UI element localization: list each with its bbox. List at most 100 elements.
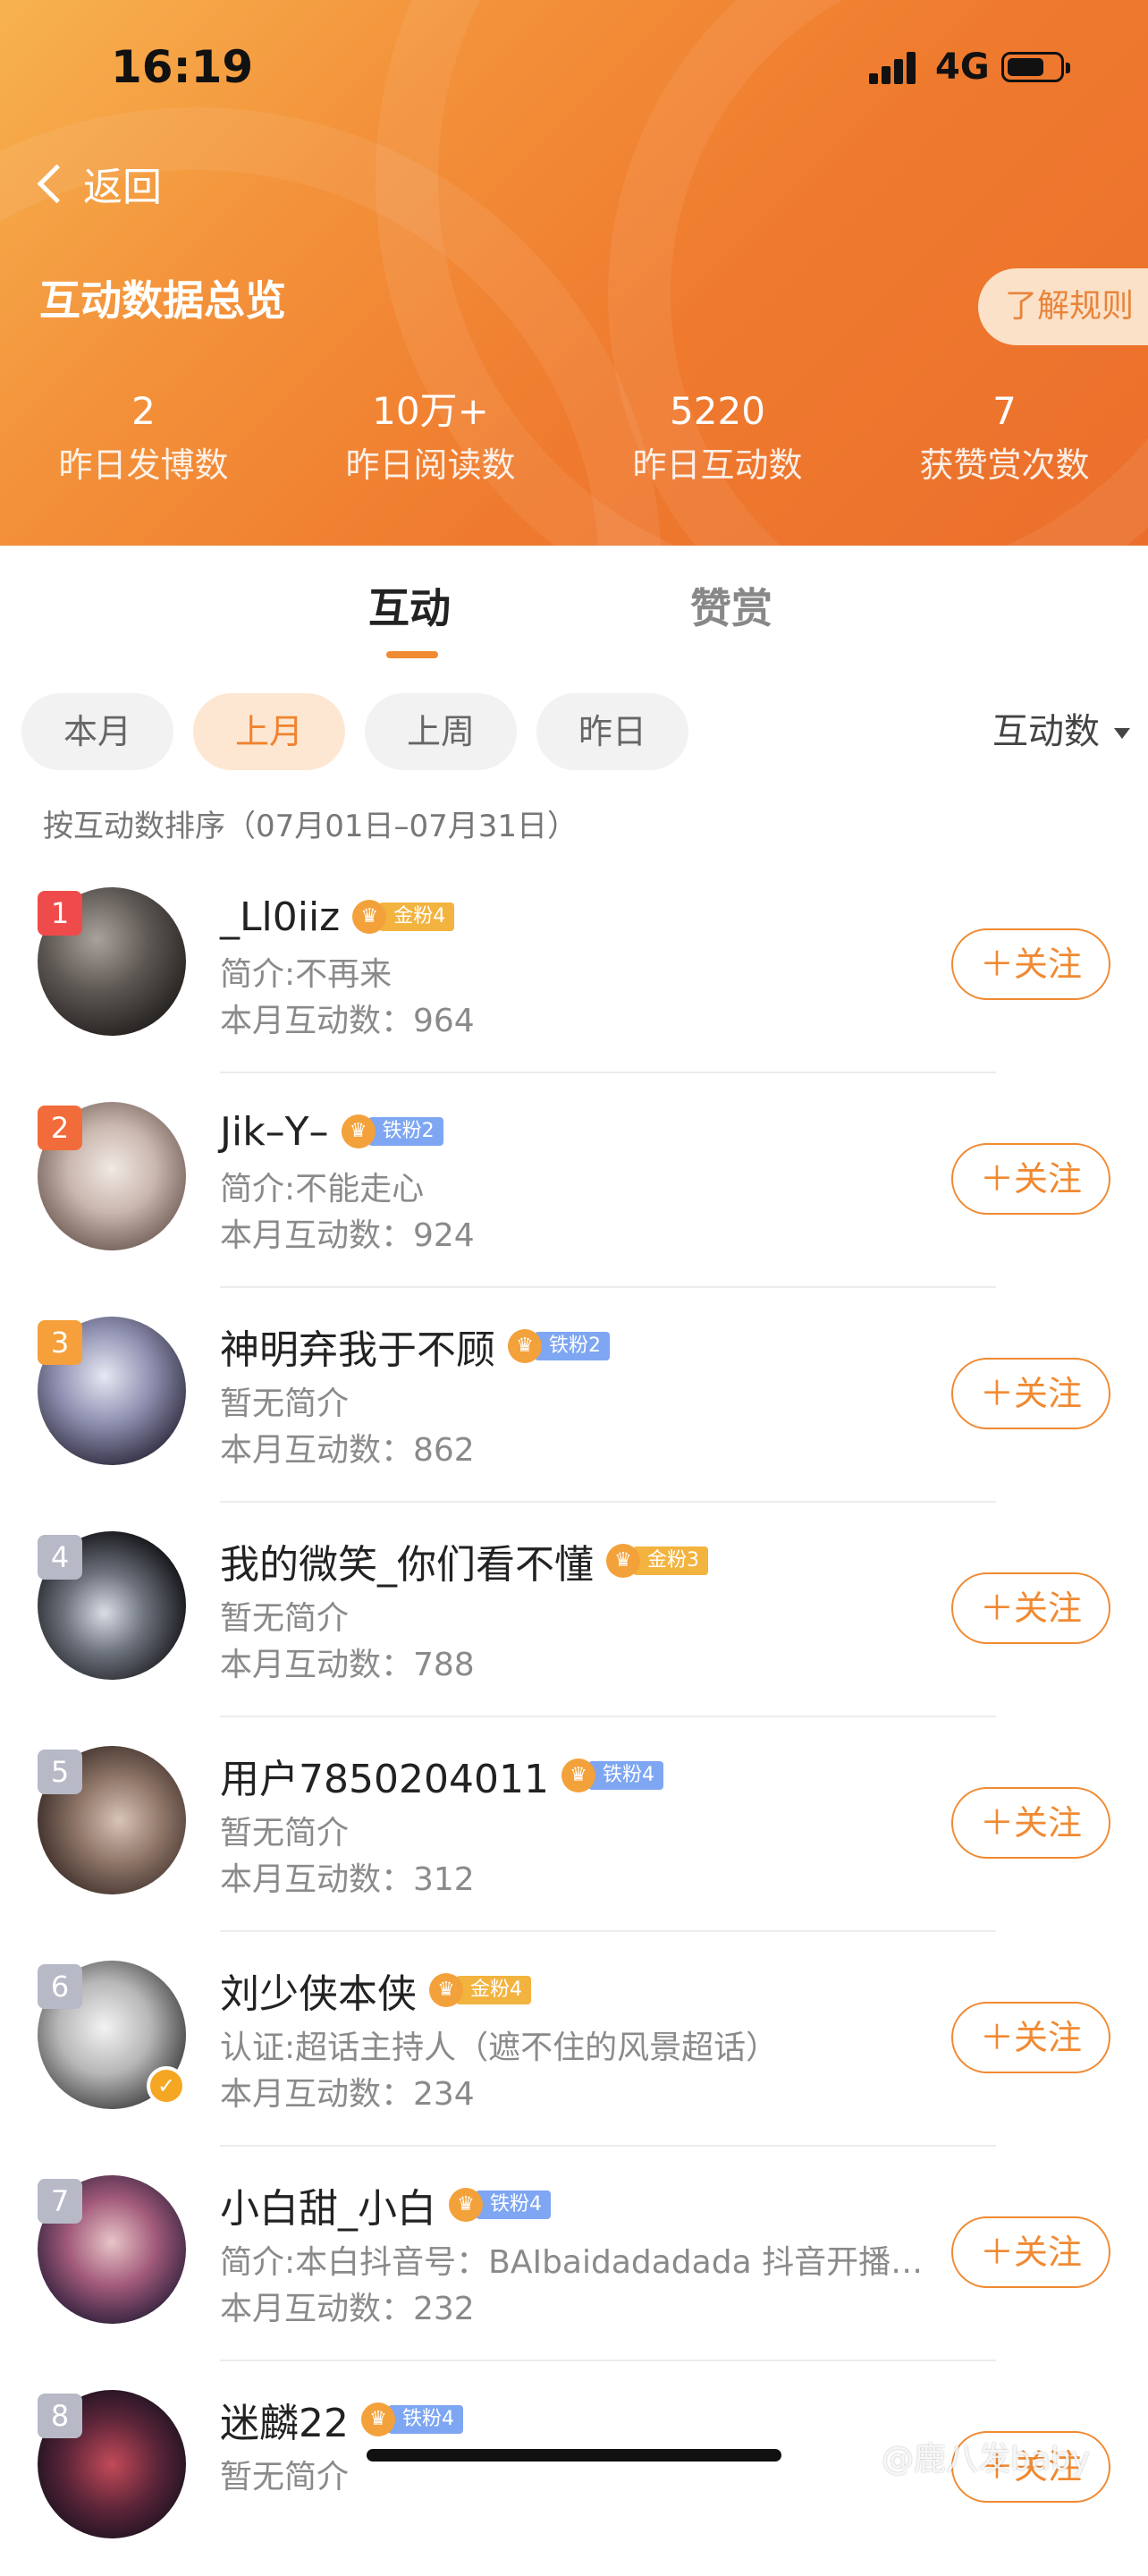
stat-value: 2 [131, 389, 156, 433]
chip-last-month[interactable]: 上月 [193, 693, 345, 770]
chip-this-month[interactable]: 本月 [21, 693, 173, 770]
list-item[interactable]: 2 Jik–Y– ♛ 铁粉2 简介:不能走心 本月互动数：924 ＋关注 [0, 1073, 1148, 1288]
interaction-count: 本月互动数：232 [220, 2291, 475, 2327]
sort-dropdown[interactable]: 互动数 [992, 693, 1130, 770]
name-line: Jik–Y– ♛ 铁粉2 [220, 1102, 443, 1161]
back-label: 返回 [83, 165, 162, 210]
user-bio: 简介:不能走心 [220, 1171, 425, 1208]
sort-note: 按互动数排序（07月01日–07月31日） [43, 809, 578, 844]
name-line: 用户7850204011 ♛ 铁粉4 [220, 1746, 663, 1805]
stats-row: 2 昨日发博数 10万+ 昨日阅读数 5220 昨日互动数 7 获赞赏次数 [0, 385, 1148, 492]
name-line: 神明弃我于不顾 ♛ 铁粉2 [220, 1317, 610, 1376]
list-item[interactable]: 3 神明弃我于不顾 ♛ 铁粉2 暂无简介 本月互动数：862 ＋关注 [0, 1288, 1148, 1503]
page-title: 互动数据总览 [39, 276, 286, 325]
stat-label: 获赞赏次数 [919, 445, 1090, 485]
verified-icon: ✓ [147, 2066, 186, 2106]
list-item[interactable]: 5 用户7850204011 ♛ 铁粉4 暂无简介 本月互动数：312 ＋关注 [0, 1717, 1148, 1932]
fan-badge: ♛ 铁粉4 [361, 2402, 463, 2436]
interaction-count: 本月互动数：862 [220, 1432, 475, 1469]
follow-button[interactable]: ＋关注 [951, 1358, 1110, 1429]
user-bio: 暂无简介 [220, 1385, 350, 1422]
filter-bar: 本月 上月 上周 昨日 互动数 [21, 693, 1130, 770]
fan-badge-label: 铁粉4 [587, 1761, 663, 1790]
chip-yesterday[interactable]: 昨日 [536, 693, 688, 770]
header-banner: 16:19 4G 返回 互动数据总览 了解规则 2 昨日发博数 10万+ 昨日阅… [0, 0, 1148, 546]
chevron-left-icon [37, 164, 77, 203]
fan-badge: ♛ 金粉3 [606, 1544, 708, 1578]
user-bio: 认证:超话主持人（遮不住的风景超话） [220, 2029, 779, 2066]
stat-label: 昨日发博数 [58, 445, 229, 485]
fan-badge-label: 铁粉4 [476, 2190, 551, 2219]
network-label: 4G [935, 47, 990, 88]
user-list: 1 _Ll0iiz ♛ 金粉4 简介:不再来 本月互动数：964 ＋关注 2 Ji… [0, 859, 1148, 2576]
user-name[interactable]: Jik–Y– [220, 1109, 329, 1155]
name-line: _Ll0iiz ♛ 金粉4 [220, 887, 455, 946]
stat-reads: 10万+ 昨日阅读数 [287, 385, 574, 492]
rules-button[interactable]: 了解规则 [978, 268, 1148, 345]
status-time: 16:19 [111, 41, 254, 93]
crown-icon: ♛ [361, 2402, 395, 2436]
tab-indicator [386, 651, 438, 658]
crown-icon: ♛ [341, 1114, 376, 1148]
rank-badge: 7 [38, 2179, 82, 2224]
fan-badge: ♛ 铁粉2 [341, 1114, 443, 1148]
user-name[interactable]: 迷麟22 [220, 2391, 349, 2448]
follow-button[interactable]: ＋关注 [951, 1787, 1110, 1859]
name-line: 小白甜_小白 ♛ 铁粉4 [220, 2175, 551, 2234]
follow-button[interactable]: ＋关注 [951, 2002, 1110, 2073]
fan-badge-label: 金粉3 [633, 1546, 708, 1575]
fan-badge: ♛ 铁粉2 [508, 1329, 610, 1363]
list-item[interactable]: 6 ✓ 刘少侠本侠 ♛ 金粉4 认证:超话主持人（遮不住的风景超话） 本月互动数：… [0, 1932, 1148, 2147]
back-button[interactable]: 返回 [32, 152, 162, 215]
fan-badge: ♛ 金粉4 [352, 900, 455, 934]
follow-button[interactable]: ＋关注 [951, 928, 1110, 1000]
user-name[interactable]: 神明弃我于不顾 [220, 1318, 495, 1375]
list-item[interactable]: 7 小白甜_小白 ♛ 铁粉4 简介:本白抖音号：BAIbaidadadada 抖音… [0, 2147, 1148, 2361]
sort-label: 互动数 [992, 711, 1100, 752]
user-name[interactable]: _Ll0iiz [220, 894, 340, 940]
status-bar: 16:19 4G [0, 36, 1148, 98]
name-line: 迷麟22 ♛ 铁粉4 [220, 2390, 463, 2449]
user-name[interactable]: 刘少侠本侠 [220, 1962, 417, 2019]
crown-icon: ♛ [561, 1758, 595, 1792]
interaction-count: 本月互动数：312 [220, 1861, 475, 1898]
interaction-count: 本月互动数：924 [220, 1217, 475, 1254]
stat-rewards: 7 获赞赏次数 [861, 385, 1148, 492]
fan-badge-label: 金粉4 [379, 902, 455, 931]
fan-badge: ♛ 铁粉4 [449, 2188, 551, 2222]
chip-last-week[interactable]: 上周 [365, 693, 517, 770]
stat-label: 昨日阅读数 [345, 445, 516, 485]
crown-icon: ♛ [606, 1544, 640, 1578]
fan-badge-label: 铁粉2 [367, 1117, 443, 1146]
user-name[interactable]: 用户7850204011 [220, 1747, 549, 1804]
signal-icon [869, 50, 923, 84]
stat-interactions: 5220 昨日互动数 [574, 385, 861, 492]
follow-button[interactable]: ＋关注 [951, 2216, 1110, 2288]
user-bio: 简介:本白抖音号：BAIbaidadadada 抖音开播… [220, 2244, 924, 2281]
follow-button[interactable]: ＋关注 [951, 1572, 1110, 1644]
rank-badge: 2 [38, 1106, 82, 1150]
name-line: 刘少侠本侠 ♛ 金粉4 [220, 1961, 531, 2020]
user-name[interactable]: 小白甜_小白 [220, 2176, 436, 2233]
triangle-down-icon [1114, 728, 1130, 739]
tab-reward[interactable]: 赞赏 [690, 572, 772, 644]
watermark: @鹿八发baby [882, 2441, 1091, 2478]
interaction-count: 本月互动数：788 [220, 1647, 475, 1683]
crown-icon: ♛ [508, 1329, 542, 1363]
stat-label: 昨日互动数 [632, 445, 803, 485]
rank-badge: 6 [38, 1964, 82, 2009]
fan-badge: ♛ 金粉4 [429, 1973, 531, 2007]
list-item[interactable]: 1 _Ll0iiz ♛ 金粉4 简介:不再来 本月互动数：964 ＋关注 [0, 859, 1148, 1073]
home-indicator[interactable] [367, 2449, 781, 2462]
crown-icon: ♛ [429, 1973, 463, 2007]
tab-interaction[interactable]: 互动 [368, 572, 451, 644]
fan-badge-label: 铁粉4 [388, 2405, 463, 2434]
user-name[interactable]: 我的微笑_你们看不懂 [220, 1532, 594, 1589]
follow-button[interactable]: ＋关注 [951, 1143, 1110, 1215]
rank-badge: 3 [38, 1320, 82, 1365]
user-bio: 简介:不再来 [220, 956, 393, 993]
fan-badge-label: 铁粉2 [535, 1332, 610, 1360]
list-item[interactable]: 4 我的微笑_你们看不懂 ♛ 金粉3 暂无简介 本月互动数：788 ＋关注 [0, 1503, 1148, 1717]
stat-value: 7 [992, 389, 1017, 433]
battery-icon [1001, 52, 1070, 82]
